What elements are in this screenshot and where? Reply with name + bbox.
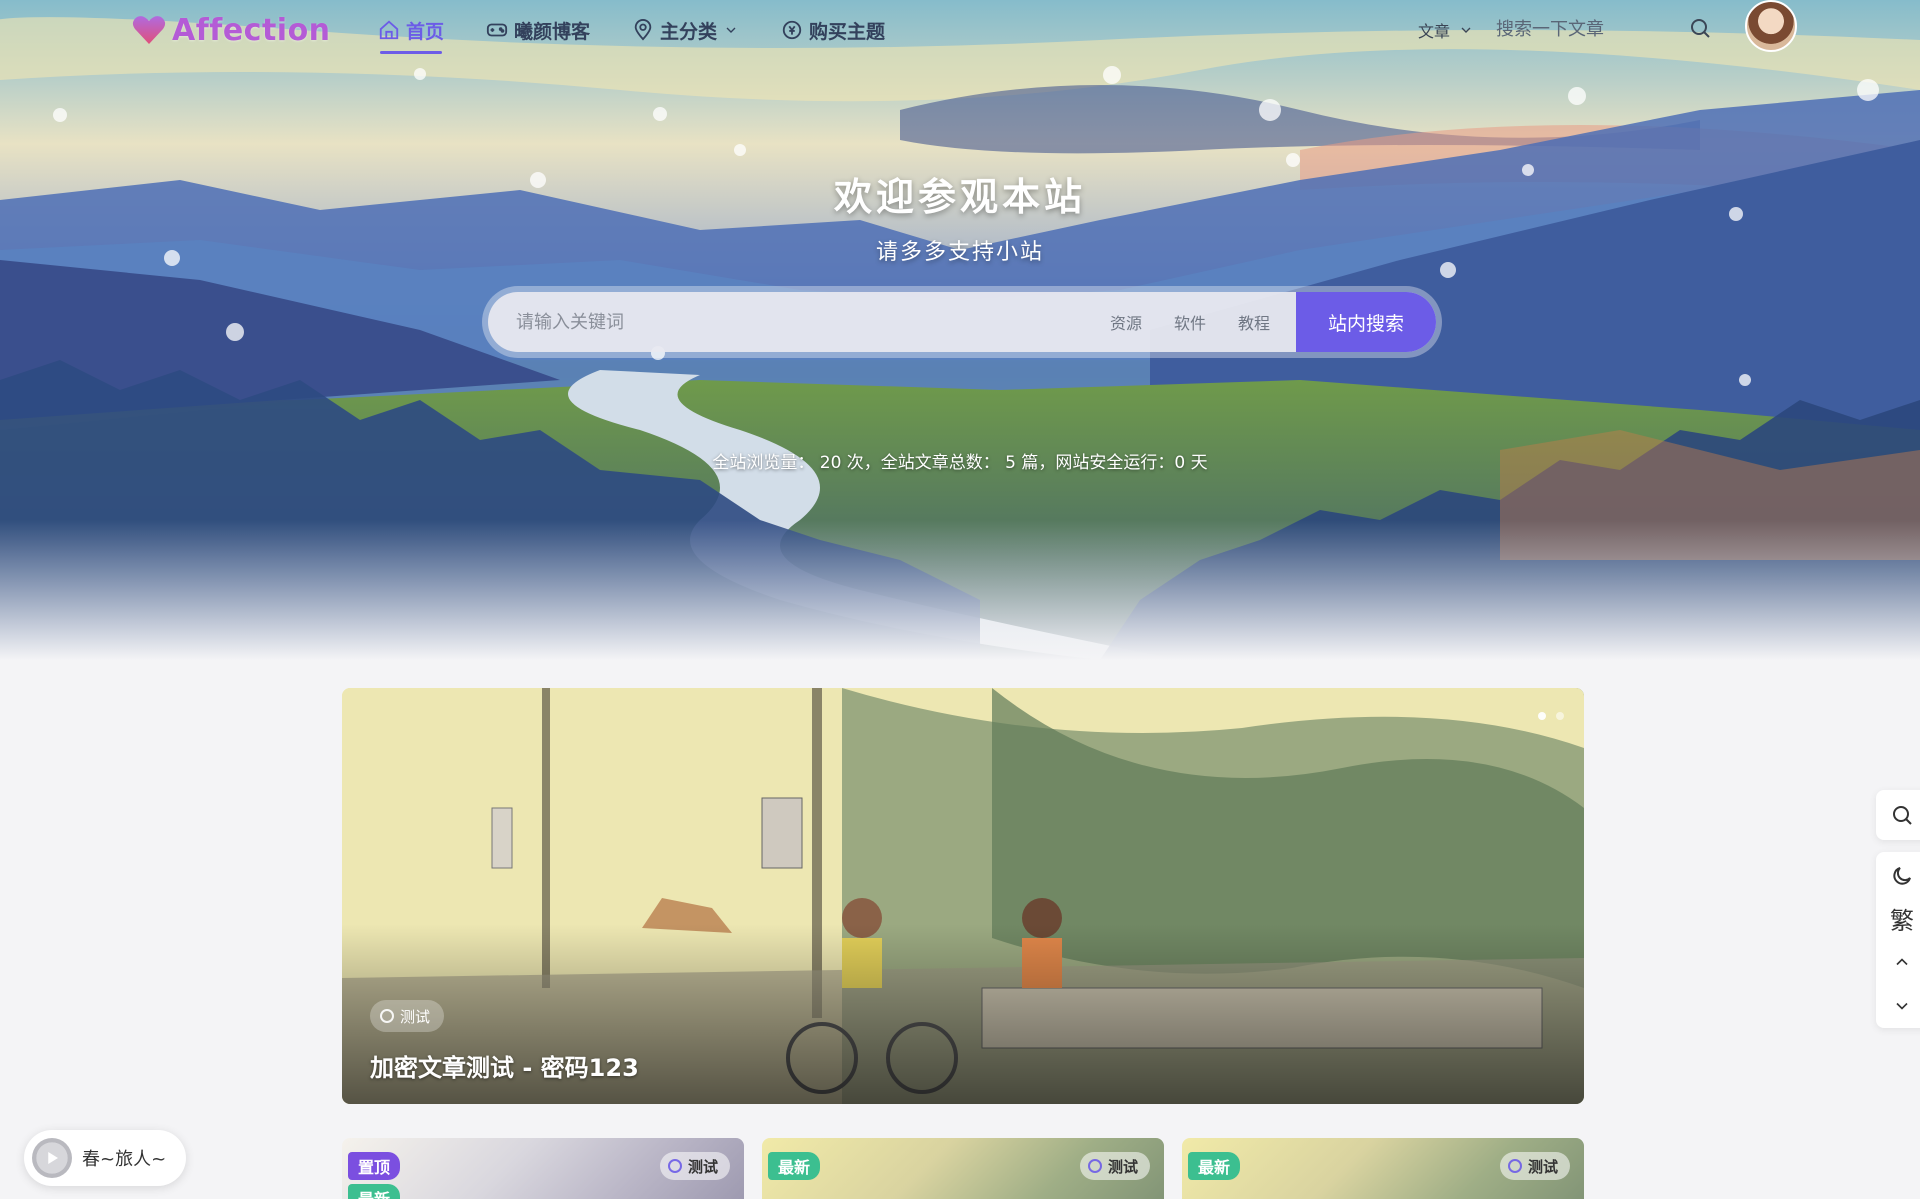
chevron-up-icon: [1896, 958, 1908, 966]
post-card-list: 置顶 最新 测试 最新 测试 最新 测试: [342, 1138, 1584, 1199]
featured-post-title[interactable]: 加密文章测试 - 密码123: [370, 1048, 639, 1083]
site-search-button[interactable]: 站内搜索: [1296, 292, 1436, 352]
nav-search-input[interactable]: [1496, 14, 1676, 44]
nav-item-buy-theme[interactable]: 购买主题: [781, 14, 885, 46]
new-badge: 最新: [768, 1152, 821, 1180]
music-player[interactable]: 春~旅人~: [24, 1130, 186, 1186]
heart-logo-icon: [132, 16, 166, 44]
play-icon: [48, 1152, 58, 1164]
scroll-down-button[interactable]: [1876, 986, 1920, 1026]
hero-search-box: 资源 软件 教程 站内搜索: [482, 286, 1442, 358]
top-navbar: Affection 首页 曦颜博客 主分类 购买主题 文章: [0, 0, 1920, 64]
traditional-label: 繁: [1890, 906, 1914, 935]
search-type-select[interactable]: 文章: [1418, 18, 1474, 42]
traditional-chinese-toggle[interactable]: 繁: [1876, 898, 1920, 938]
dark-mode-toggle[interactable]: [1876, 856, 1920, 896]
ring-icon: [380, 1009, 394, 1023]
brand-name: Affection: [172, 12, 331, 48]
nav-item-blog[interactable]: 曦颜博客: [486, 14, 590, 46]
user-avatar[interactable]: [1745, 0, 1797, 52]
post-card[interactable]: 最新 测试: [1182, 1138, 1584, 1199]
music-title: 春~旅人~: [82, 1149, 167, 1170]
new-badge: 最新: [1188, 1152, 1241, 1180]
ring-icon: [1507, 1159, 1522, 1173]
slider-dot[interactable]: [1538, 712, 1546, 720]
scroll-up-button[interactable]: [1876, 942, 1920, 982]
hero-bottom-fade: [0, 520, 1920, 660]
featured-tag-label: 测试: [400, 1007, 431, 1026]
featured-category-tag[interactable]: 测试: [370, 1000, 445, 1032]
search-tag-software[interactable]: 软件: [1164, 304, 1216, 340]
search-tag-tutorials[interactable]: 教程: [1228, 304, 1280, 340]
nav-item-label: 曦颜博客: [514, 20, 591, 43]
post-card-tag-label: 测试: [687, 1157, 718, 1176]
home-icon: [379, 20, 399, 40]
slider-dot[interactable]: [1556, 712, 1564, 720]
moon-icon: [1893, 867, 1911, 885]
nav-item-label: 首页: [406, 20, 445, 43]
nav-item-home[interactable]: 首页: [378, 14, 445, 54]
slider-dots: [1538, 712, 1564, 720]
search-tag-resources[interactable]: 资源: [1100, 304, 1152, 340]
site-logo[interactable]: Affection: [132, 10, 331, 50]
chevron-down-icon: [1896, 1002, 1908, 1010]
pinned-badge: 置顶: [348, 1152, 401, 1180]
play-button[interactable]: [32, 1138, 72, 1178]
chevron-down-icon: [726, 27, 736, 33]
map-pin-icon: [634, 19, 652, 41]
nav-item-categories[interactable]: 主分类: [632, 14, 739, 46]
post-card-tag-label: 测试: [1527, 1157, 1558, 1176]
hero-search-input[interactable]: [488, 292, 1100, 352]
post-card-tag[interactable]: 测试: [1079, 1152, 1150, 1180]
post-card-tag[interactable]: 测试: [1499, 1152, 1570, 1180]
search-icon: [1893, 806, 1912, 825]
main-nav-menu: 首页 曦颜博客 主分类 购买主题: [378, 14, 927, 54]
float-toolbar: 繁: [1876, 852, 1920, 1028]
hero-subtitle: 请多多支持小站: [875, 240, 1044, 265]
hero-search-inner: 资源 软件 教程 站内搜索: [488, 292, 1436, 352]
post-card[interactable]: 置顶 最新 测试: [342, 1138, 744, 1199]
hero-search-tags: 资源 软件 教程: [1100, 304, 1280, 340]
nav-item-label: 购买主题: [809, 20, 886, 43]
hero-title: 欢迎参观本站: [833, 175, 1086, 219]
search-type-label: 文章: [1418, 22, 1451, 41]
coin-icon: [782, 20, 802, 40]
gamepad-icon: [486, 23, 508, 37]
featured-post-slider[interactable]: 测试 加密文章测试 - 密码123: [342, 688, 1584, 1104]
ring-icon: [1087, 1159, 1102, 1173]
nav-item-label: 主分类: [660, 20, 718, 43]
chevron-down-icon: [1461, 27, 1471, 33]
ring-icon: [667, 1159, 682, 1173]
site-stats: 全站浏览量： 20 次，全站文章总数： 5 篇，网站安全运行：0 天: [712, 453, 1208, 473]
new-badge: 最新: [348, 1184, 401, 1199]
search-icon[interactable]: [1688, 16, 1712, 40]
float-search-button[interactable]: [1876, 790, 1920, 840]
post-card[interactable]: 最新 测试: [762, 1138, 1164, 1199]
post-card-tag[interactable]: 测试: [659, 1152, 730, 1180]
post-card-tag-label: 测试: [1107, 1157, 1138, 1176]
